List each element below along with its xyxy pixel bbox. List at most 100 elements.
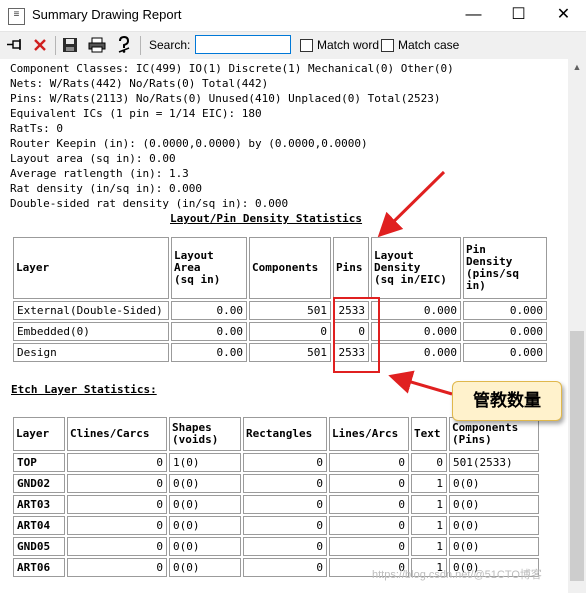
table-cell: 1 bbox=[411, 516, 447, 535]
scroll-up-arrow-icon[interactable]: ▲ bbox=[568, 59, 586, 76]
save-disk-icon[interactable] bbox=[59, 35, 81, 55]
table-cell: 0 bbox=[243, 474, 327, 493]
pin-icon[interactable] bbox=[4, 35, 26, 55]
report-line: Router Keepin (in): (0.0000,0.0000) by (… bbox=[10, 137, 368, 150]
table-cell: 1 bbox=[411, 537, 447, 556]
report-icon: ≡ bbox=[8, 8, 25, 25]
table-cell: 0 bbox=[243, 516, 327, 535]
report-line: Nets: W/Rats(442) No/Rats(0) Total(442) bbox=[10, 77, 269, 90]
table-cell: 0(0) bbox=[449, 516, 539, 535]
table-cell: 0 bbox=[329, 537, 409, 556]
column-header-label: Layout Area (sq in) bbox=[174, 249, 221, 286]
column-header: Pin Density (pins/sq in) bbox=[463, 237, 547, 299]
report-line: Double-sided rat density (in/sq in): 0.0… bbox=[10, 197, 289, 210]
minimize-button[interactable]: — bbox=[451, 0, 496, 31]
etch-table-title: Etch Layer Statistics: bbox=[11, 383, 157, 396]
toolbar-separator bbox=[140, 36, 141, 55]
table-cell: 0.000 bbox=[463, 322, 547, 341]
table-cell: 0.000 bbox=[371, 301, 461, 320]
table-cell: 0.000 bbox=[371, 343, 461, 362]
column-header: Rectangles bbox=[243, 417, 327, 451]
table-header-row: Layer Clines/Carcs Shapes (voids) Rectan… bbox=[13, 417, 539, 451]
match-word-checkbox[interactable]: Match word bbox=[300, 38, 379, 52]
table-row: GND05 0 0(0) 0 0 1 0(0) bbox=[13, 537, 539, 556]
column-header-label: Pins bbox=[336, 261, 363, 274]
table-cell: TOP bbox=[13, 453, 65, 472]
table-cell: 501 bbox=[249, 301, 331, 320]
column-header-label: Layout Density (sq in/EIC) bbox=[374, 249, 447, 286]
column-header: Layer bbox=[13, 237, 169, 299]
report-line: Component Classes: IC(499) IO(1) Discret… bbox=[10, 62, 454, 75]
table-row: Design 0.00 501 2533 0.000 0.000 bbox=[13, 343, 547, 362]
density-table: Layer Layout Area (sq in) Components Pin… bbox=[11, 235, 549, 364]
table-cell: 0.00 bbox=[171, 301, 247, 320]
toolbar bbox=[0, 32, 586, 60]
table-cell: 0 bbox=[243, 453, 327, 472]
table-cell: GND05 bbox=[13, 537, 65, 556]
callout-label: 管教数量 bbox=[452, 381, 562, 421]
table-cell: 0 bbox=[329, 516, 409, 535]
close-button[interactable]: ✕ bbox=[541, 0, 586, 31]
table-row: TOP 0 1(0) 0 0 0 501(2533) bbox=[13, 453, 539, 472]
report-line: Average ratlength (in): 1.3 bbox=[10, 167, 189, 180]
column-header-label: Clines/Carcs bbox=[70, 427, 150, 440]
column-header-label: Layer bbox=[16, 261, 50, 274]
table-cell: Design bbox=[13, 343, 169, 362]
table-cell: 501 bbox=[249, 343, 331, 362]
table-cell: ART06 bbox=[13, 558, 65, 577]
table-row: ART03 0 0(0) 0 0 1 0(0) bbox=[13, 495, 539, 514]
table-cell: 0(0) bbox=[169, 495, 241, 514]
table-cell: 1 bbox=[411, 495, 447, 514]
checkbox-box[interactable] bbox=[300, 38, 313, 52]
column-header: Lines/Arcs bbox=[329, 417, 409, 451]
column-header-label: Layer bbox=[16, 427, 50, 440]
help-icon[interactable] bbox=[113, 35, 135, 55]
table-cell: 0 bbox=[411, 453, 447, 472]
table-row: GND02 0 0(0) 0 0 1 0(0) bbox=[13, 474, 539, 493]
scroll-thumb[interactable] bbox=[570, 331, 584, 581]
etch-table: Layer Clines/Carcs Shapes (voids) Rectan… bbox=[11, 415, 541, 579]
table-cell: 0(0) bbox=[449, 495, 539, 514]
table-cell: 0.000 bbox=[371, 322, 461, 341]
density-table-title: Layout/Pin Density Statistics bbox=[170, 212, 363, 225]
search-input[interactable] bbox=[195, 35, 291, 54]
column-header: Text bbox=[411, 417, 447, 451]
column-header: Shapes (voids) bbox=[169, 417, 241, 451]
table-cell: 0(0) bbox=[449, 537, 539, 556]
maximize-button[interactable]: ☐ bbox=[496, 0, 541, 31]
close-red-x-icon[interactable] bbox=[29, 35, 51, 55]
checkbox-box[interactable] bbox=[381, 38, 394, 52]
report-line: Equivalent ICs (1 pin = 1/14 EIC): 180 bbox=[10, 107, 262, 120]
vertical-scrollbar[interactable]: ▲ bbox=[568, 59, 586, 593]
column-header: Components (Pins) bbox=[449, 417, 539, 451]
table-cell: 501(2533) bbox=[449, 453, 539, 472]
table-cell: 0.00 bbox=[171, 343, 247, 362]
column-header-label: Components (Pins) bbox=[452, 421, 519, 446]
table-cell: 0 bbox=[67, 495, 167, 514]
pins-highlight-box bbox=[333, 297, 380, 373]
table-row: ART04 0 0(0) 0 0 1 0(0) bbox=[13, 516, 539, 535]
table-cell: 0 bbox=[243, 558, 327, 577]
print-icon[interactable] bbox=[86, 35, 108, 55]
search-label: Search: bbox=[149, 38, 191, 52]
column-header-label: Rectangles bbox=[246, 427, 313, 440]
table-cell: GND02 bbox=[13, 474, 65, 493]
table-cell: 0(0) bbox=[449, 474, 539, 493]
table-header-row: Layer Layout Area (sq in) Components Pin… bbox=[13, 237, 547, 299]
table-cell: 1 bbox=[411, 474, 447, 493]
table-cell: ART04 bbox=[13, 516, 65, 535]
table-cell: ART03 bbox=[13, 495, 65, 514]
table-cell: External(Double-Sided) bbox=[13, 301, 169, 320]
report-line: Pins: W/Rats(2113) No/Rats(0) Unused(410… bbox=[10, 92, 441, 105]
report-line: RatTs: 0 bbox=[10, 122, 63, 135]
table-cell: Embedded(0) bbox=[13, 322, 169, 341]
match-case-checkbox[interactable]: Match case bbox=[381, 38, 459, 52]
table-cell: 1(0) bbox=[169, 453, 241, 472]
column-header: Pins bbox=[333, 237, 369, 299]
column-header-label: Pin Density (pins/sq in) bbox=[466, 243, 519, 292]
table-cell: 0 bbox=[329, 453, 409, 472]
column-header-label: Components bbox=[252, 261, 319, 274]
table-cell: 0 bbox=[249, 322, 331, 341]
column-header-label: Shapes (voids) bbox=[172, 421, 219, 446]
report-line: Rat density (in/sq in): 0.000 bbox=[10, 182, 203, 195]
